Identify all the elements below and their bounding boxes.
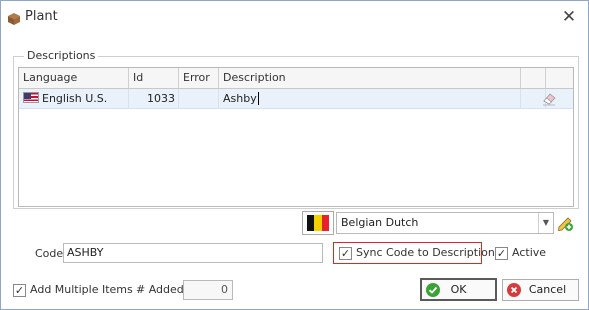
cancel-button[interactable]: Cancel [502,279,579,301]
column-header-error[interactable]: Error [179,68,219,88]
sync-code-label[interactable]: Sync Code to Description [356,246,495,259]
cell-description[interactable]: Ashby [219,89,521,108]
add-multiple-label[interactable]: Add Multiple Items [30,283,133,296]
active-checkbox[interactable]: ✓ [495,247,508,260]
language-select[interactable]: Belgian Dutch ▼ [336,212,554,234]
column-header-action [521,68,546,88]
column-header-language[interactable]: Language [19,68,129,88]
belgium-flag-icon [302,211,334,235]
ok-button[interactable]: OK [420,278,497,301]
ok-button-label: OK [450,283,467,296]
plant-box-icon [8,13,20,25]
language-select-value: Belgian Dutch [341,216,419,229]
chevron-down-icon[interactable]: ▼ [538,213,553,233]
table-row[interactable]: English U.S. 1033 Ashby [19,89,573,109]
cell-language[interactable]: English U.S. [19,89,129,108]
added-count-field: 0 [183,280,233,300]
column-header-description[interactable]: Description [219,68,521,88]
close-icon: ✕ [561,7,577,27]
dialog-window: Plant ✕ Descriptions Language Id Error D… [0,0,589,310]
eraser-icon[interactable] [541,90,557,106]
grid-header: Language Id Error Description [19,68,573,89]
sync-code-checkbox[interactable]: ✓ [339,247,352,260]
descriptions-grid[interactable]: Language Id Error Description English U.… [18,67,574,207]
active-label[interactable]: Active [512,246,546,259]
code-field[interactable]: ASHBY [63,243,323,263]
cell-id[interactable]: 1033 [129,89,179,108]
cell-language-text: English U.S. [42,92,108,105]
code-label: Code [35,247,64,260]
cell-error[interactable] [179,89,219,108]
cell-description-text: Ashby [223,92,257,105]
title-bar: Plant ✕ [1,1,588,33]
descriptions-group-label: Descriptions [24,49,99,62]
close-button[interactable]: ✕ [558,6,580,28]
window-title: Plant [25,9,58,24]
add-multiple-checkbox[interactable]: ✓ [13,284,26,297]
added-count-label: # Added [136,283,184,296]
pencil-add-icon[interactable] [556,214,574,232]
us-flag-icon [23,92,39,103]
cancel-button-label: Cancel [528,283,567,296]
column-header-id[interactable]: Id [129,68,179,88]
